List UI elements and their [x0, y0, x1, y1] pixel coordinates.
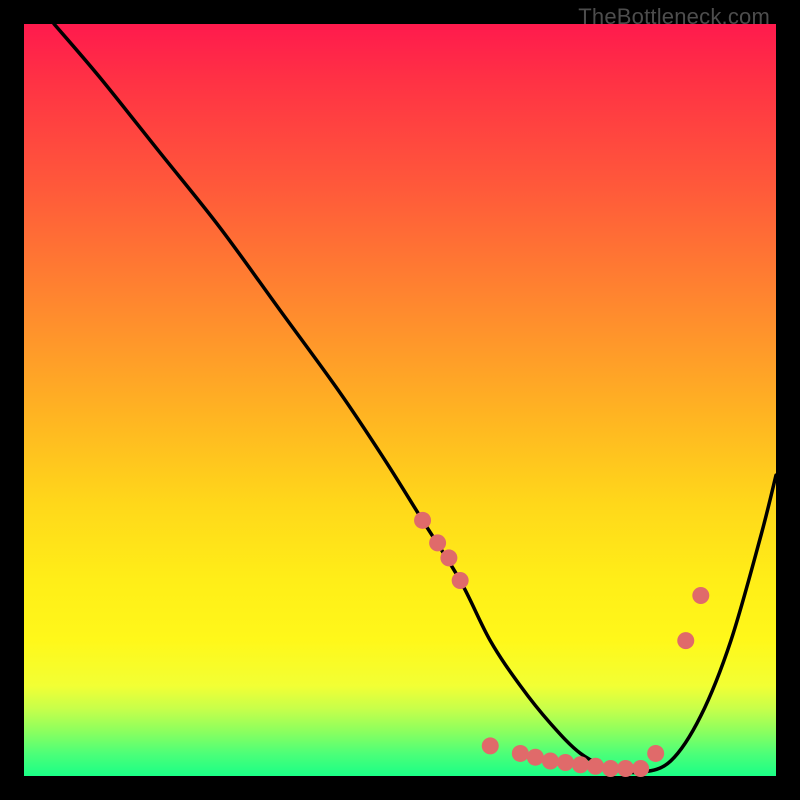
- marker-dot: [572, 756, 589, 773]
- marker-dot: [429, 534, 446, 551]
- marker-dot: [602, 760, 619, 777]
- marker-dot: [692, 587, 709, 604]
- marker-dot: [617, 760, 634, 777]
- bottleneck-curve-path: [54, 24, 776, 773]
- marker-dot: [527, 749, 544, 766]
- chart-canvas: [24, 24, 776, 776]
- marker-dot: [414, 512, 431, 529]
- marker-dot: [587, 758, 604, 775]
- marker-dot: [482, 737, 499, 754]
- marker-dot: [512, 745, 529, 762]
- chart-frame: [24, 24, 776, 776]
- marker-dot: [440, 549, 457, 566]
- watermark-text: TheBottleneck.com: [578, 4, 770, 30]
- marker-dot: [647, 745, 664, 762]
- marker-dot: [677, 632, 694, 649]
- marker-dot: [452, 572, 469, 589]
- marker-dot: [542, 752, 559, 769]
- marker-dot: [557, 754, 574, 771]
- marker-dot: [632, 760, 649, 777]
